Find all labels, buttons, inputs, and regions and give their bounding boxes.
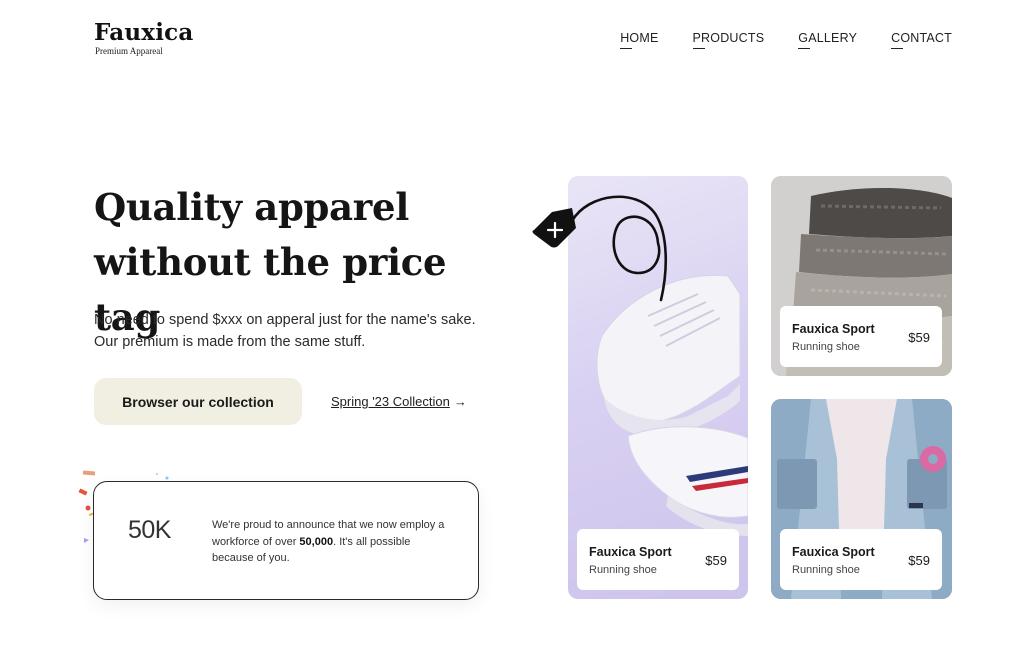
price-card: Fauxica Sport Running shoe $59: [577, 529, 739, 590]
product-name: Fauxica Sport: [792, 322, 875, 336]
hero-title-line1: Quality apparel: [94, 185, 409, 229]
stat-card: 50K We're proud to announce that we now …: [93, 481, 479, 600]
logo[interactable]: Fauxica Premium Appareal: [94, 19, 194, 57]
product-type: Running shoe: [589, 564, 657, 576]
product-type: Running shoe: [792, 564, 860, 576]
logo-tagline: Premium Appareal: [95, 46, 163, 56]
spring-collection-label: Spring '23 Collection: [331, 394, 450, 409]
product-card-shoe[interactable]: Fauxica Sport Running shoe $59: [568, 176, 748, 599]
product-card-jacket[interactable]: Fauxica Sport Running shoe $59: [771, 399, 952, 599]
browse-collection-button[interactable]: Browser our collection: [94, 378, 302, 425]
hero-subtitle: No need to spend $xxx on apperal just fo…: [94, 312, 476, 350]
nav-home[interactable]: HOME: [620, 30, 658, 49]
product-name: Fauxica Sport: [792, 545, 875, 559]
nav-contact[interactable]: CONTACT: [891, 30, 952, 49]
logo-wordmark: Fauxica: [94, 19, 194, 46]
arrow-right-icon: →: [453, 394, 467, 409]
price-card: Fauxica Sport Running shoe $59: [780, 306, 942, 367]
price-card: Fauxica Sport Running shoe $59: [780, 529, 942, 590]
nav-gallery[interactable]: GALLERY: [798, 30, 857, 49]
stat-text-bold: 50,000: [299, 535, 334, 548]
product-card-sweater[interactable]: Fauxica Sport Running shoe $59: [771, 176, 952, 376]
product-price: $59: [705, 553, 727, 568]
product-price: $59: [908, 553, 930, 568]
main-nav: HOME PRODUCTS GALLERY CONTACT: [620, 30, 952, 49]
nav-products[interactable]: PRODUCTS: [692, 30, 765, 49]
product-name: Fauxica Sport: [589, 545, 672, 559]
spring-collection-link[interactable]: Spring '23 Collection →: [331, 394, 467, 409]
stat-text: We're proud to announce that we now empl…: [212, 517, 452, 567]
product-price: $59: [908, 330, 930, 345]
product-type: Running shoe: [792, 341, 860, 353]
stat-number: 50K: [128, 516, 171, 544]
